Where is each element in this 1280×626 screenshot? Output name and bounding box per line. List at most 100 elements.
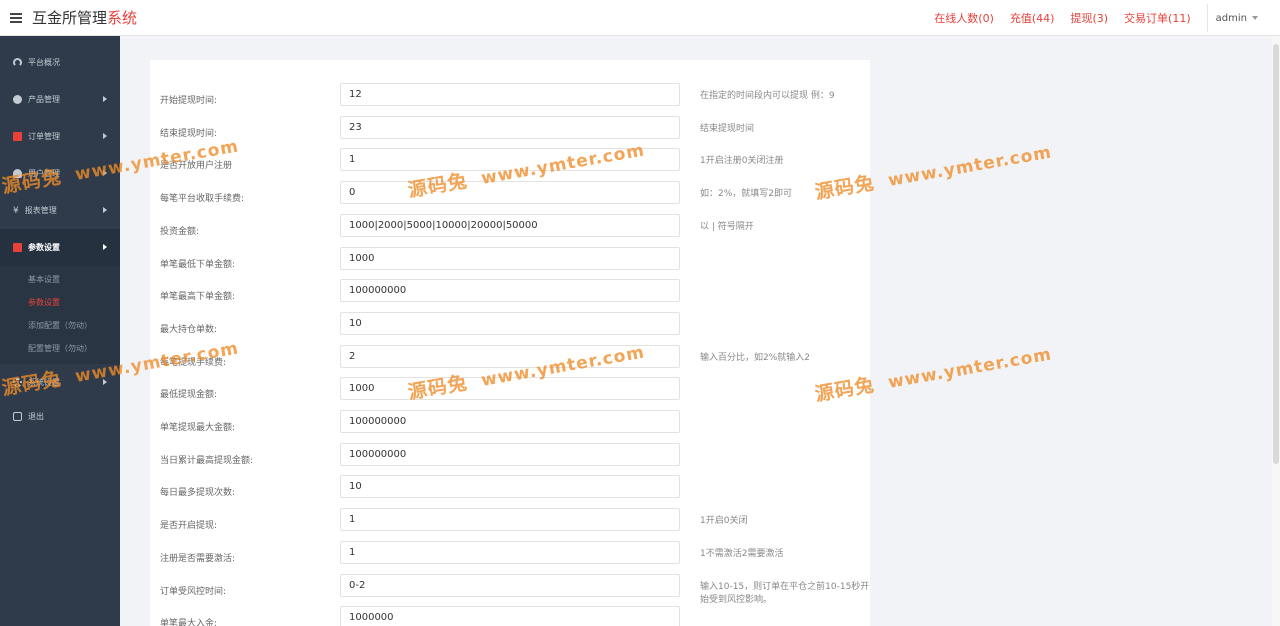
sidebar-item-products[interactable]: 产品管理 (0, 81, 120, 118)
sidebar-item-reports[interactable]: ¥ 报表管理 (0, 192, 120, 229)
field-label: 是否开放用户注册 (160, 161, 233, 172)
form-row: 每笔平台收取手续费: 如：2%，就填写2即可 (150, 181, 870, 213)
field-label: 最低提现金额: (160, 390, 218, 401)
parameters-submenu: 基本设置 参数设置 添加配置（勿动） 配置管理（勿动） (0, 266, 120, 364)
user-icon (13, 169, 22, 178)
field-input[interactable] (340, 442, 680, 466)
form-row: 注册是否需要激活: 1不需激活2需要激活 (150, 540, 870, 573)
field-input[interactable] (340, 573, 680, 597)
app-title: 互金所管理系统 (32, 7, 137, 28)
field-label: 单笔最高下单金额: (160, 292, 236, 303)
field-label: 注册是否需要激活: (160, 553, 236, 564)
chevron-right-icon (103, 96, 107, 102)
sidebar-item-label: 报表管理 (24, 206, 57, 215)
bitcoin-icon (13, 95, 22, 104)
form-row: 单笔提现最大金额: (150, 410, 870, 442)
field-label: 单笔最大入金: (160, 619, 218, 626)
dashboard-icon (13, 58, 22, 67)
top-bar: 互金所管理系统 在线人数(0) 充值(44) 提现(3) 交易订单(11) ad… (0, 0, 1280, 36)
submenu-parameter-settings[interactable]: 参数设置 (0, 291, 120, 314)
sidebar-item-users[interactable]: 用户管理 (0, 155, 120, 192)
field-hint: 如：2%，就填写2即可 (700, 189, 793, 200)
sidebar-item-dashboard[interactable]: 平台概况 (0, 44, 120, 81)
submenu-basic-settings[interactable]: 基本设置 (0, 268, 120, 291)
withdraw-link[interactable]: 提现(3) (1070, 10, 1108, 26)
field-input[interactable] (340, 148, 680, 172)
field-input[interactable] (340, 115, 680, 139)
sidebar-item-label: 平台概况 (28, 58, 60, 67)
field-label: 单笔最低下单金额: (160, 259, 236, 270)
field-label: 每笔提现手续费: (160, 357, 227, 368)
chevron-right-icon (103, 207, 107, 213)
sidebar-item-label: 订单管理 (28, 132, 60, 141)
field-hint: 1不需激活2需要激活 (700, 548, 784, 559)
field-input[interactable] (340, 540, 680, 564)
form-row: 最大持仓单数: (150, 311, 870, 344)
chevron-right-icon (103, 244, 107, 250)
sidebar-item-label: 系统设置 (28, 378, 60, 387)
scrollbar-thumb[interactable] (1273, 44, 1279, 464)
field-label: 订单受风控时间: (160, 586, 227, 597)
field-label: 每日最多提现次数: (160, 488, 236, 499)
menu-toggle-icon[interactable] (10, 12, 22, 23)
submenu-add-config[interactable]: 添加配置（勿动） (0, 314, 120, 337)
field-input[interactable] (340, 606, 680, 626)
user-name: admin (1215, 12, 1247, 24)
page-scrollbar[interactable] (1272, 36, 1280, 626)
sidebar-item-label: 用户管理 (28, 169, 60, 178)
app-title-main: 互金所管理 (32, 9, 108, 27)
field-input[interactable] (340, 377, 680, 401)
field-input[interactable] (340, 475, 680, 499)
chevron-right-icon (103, 379, 107, 385)
signout-icon (13, 411, 22, 421)
field-input[interactable] (340, 181, 680, 205)
chevron-right-icon (103, 133, 107, 139)
app-title-accent: 系统 (107, 9, 138, 27)
field-input[interactable] (340, 311, 680, 335)
sidebar-item-label: 产品管理 (28, 95, 60, 104)
field-hint: 1开启注册0关闭注册 (700, 156, 784, 167)
sidebar-item-orders[interactable]: 订单管理 (0, 118, 120, 155)
form-row: 单笔最高下单金额: (150, 279, 870, 311)
field-input[interactable] (340, 279, 680, 303)
form-row: 单笔最大入金: (150, 606, 870, 626)
field-input[interactable] (340, 410, 680, 433)
field-hint: 1开启0关闭 (700, 516, 748, 527)
user-menu[interactable]: admin (1206, 4, 1266, 32)
field-label: 单笔提现最大金额: (160, 423, 236, 433)
form-row: 每笔提现手续费: 输入百分比，如2%就输入2 (150, 344, 870, 377)
form-row: 最低提现金额: (150, 377, 870, 409)
settings-doc-icon (13, 243, 22, 252)
sidebar: 平台概况 产品管理 订单管理 用户管理 ¥ 报表管理 参数设置 基本设置 参数设… (0, 36, 120, 626)
sidebar-item-system[interactable]: 系统设置 (0, 364, 120, 401)
field-input[interactable] (340, 83, 680, 106)
field-hint: 在指定的时间段内可以提现 例：9 (700, 91, 835, 101)
sidebar-item-logout[interactable]: 退出 (0, 401, 120, 431)
form-row: 单笔最低下单金额: (150, 246, 870, 279)
field-input[interactable] (340, 508, 680, 532)
order-icon (13, 132, 22, 141)
sidebar-item-parameters[interactable]: 参数设置 (0, 229, 120, 266)
field-input[interactable] (340, 344, 680, 368)
online-users-link[interactable]: 在线人数(0) (934, 10, 994, 26)
field-input[interactable] (340, 246, 680, 270)
form-row: 投资金额: 以 | 符号隔开 (150, 213, 870, 246)
recharge-link[interactable]: 充值(44) (1010, 10, 1055, 26)
field-hint: 输入10-15，则订单在平仓之前10-15秒开始受到风控影响。 (700, 581, 870, 605)
field-label: 每笔平台收取手续费: (160, 194, 245, 205)
submenu-config-management[interactable]: 配置管理（勿动） (0, 337, 120, 360)
form-row: 开始提现时间: 在指定的时间段内可以提现 例：9 (150, 83, 870, 115)
sidebar-item-label: 退出 (28, 411, 44, 421)
settings-form-panel: 开始提现时间: 在指定的时间段内可以提现 例：9 结束提现时间: 结束提现时间是否开放… (150, 60, 870, 626)
field-label: 结束提现时间: (160, 128, 218, 139)
form-row: 每日最多提现次数: (150, 475, 870, 507)
form-row: 是否开放用户注册 1开启注册0关闭注册 (150, 148, 870, 180)
field-label: 开始提现时间: (160, 96, 218, 106)
form-row: 结束提现时间: 结束提现时间 (150, 115, 870, 148)
trade-orders-link[interactable]: 交易订单(11) (1124, 10, 1191, 26)
field-label: 投资金额: (160, 226, 200, 237)
field-hint: 结束提现时间 (700, 123, 755, 134)
caret-down-icon (1252, 16, 1258, 20)
field-label: 是否开启提现: (160, 521, 218, 532)
field-input[interactable] (340, 213, 680, 237)
